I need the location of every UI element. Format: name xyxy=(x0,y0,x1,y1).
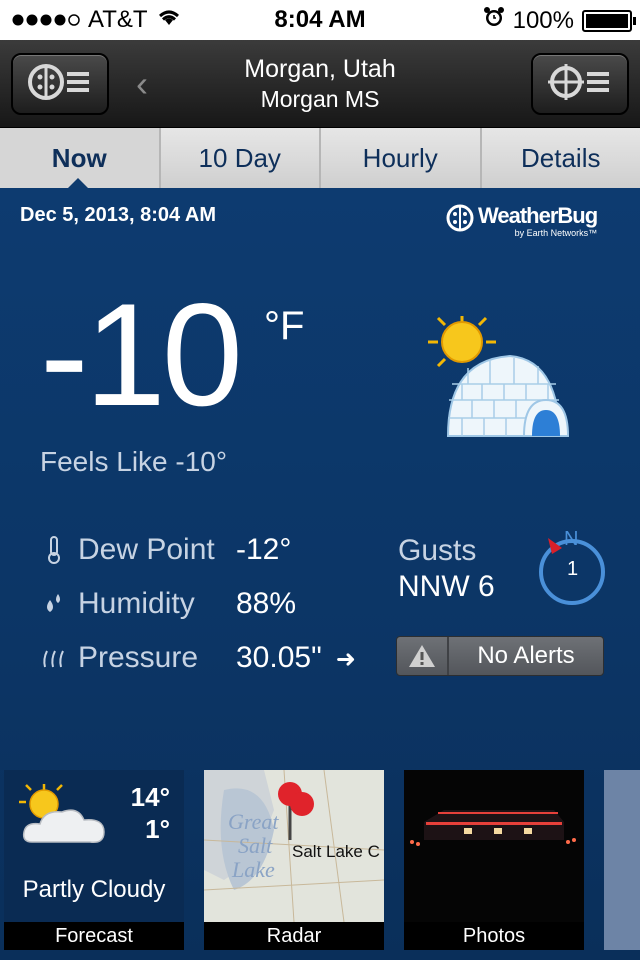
brand-name: WeatherBug xyxy=(478,203,598,228)
forecast-tile[interactable]: 14° 1° Partly Cloudy Forecast xyxy=(4,770,184,950)
compass-direction: N xyxy=(564,528,579,550)
battery-percent: 100% xyxy=(512,6,574,34)
dew-point-value: -12° xyxy=(236,533,292,566)
radar-tile[interactable]: Great Salt Lake Salt Lake C Radar xyxy=(204,770,384,950)
photos-caption: Photos xyxy=(404,922,584,950)
humidity-row: Humidity 88% xyxy=(40,584,296,624)
current-conditions-panel: Dec 5, 2013, 8:04 AM WeatherBug by Earth… xyxy=(0,188,640,960)
forecast-condition: Partly Cloudy xyxy=(22,876,166,903)
tab-10-day[interactable]: 10 Day xyxy=(161,128,321,188)
radar-map-label-2: Salt xyxy=(238,833,273,858)
observation-date: Dec 5, 2013, 8:04 AM xyxy=(20,204,217,226)
radar-map-label-1: Great xyxy=(228,809,279,834)
nav-bar: ‹ Morgan, Utah Morgan MS xyxy=(0,40,640,128)
humidity-label: Humidity xyxy=(78,587,195,620)
brand-sub: by Earth Networks™ xyxy=(514,228,598,238)
crosshair-list-icon xyxy=(547,62,613,107)
wind-compass: N 1 xyxy=(534,528,606,606)
pressure-value: 30.05" xyxy=(236,641,322,674)
pressure-icon xyxy=(40,647,68,669)
partly-cloudy-icon xyxy=(18,782,110,859)
temperature-unit: °F xyxy=(264,304,305,348)
dew-point-row: Dew Point -12° xyxy=(40,530,291,570)
current-temperature: -10 xyxy=(40,273,243,436)
gusts-label: Gusts xyxy=(398,534,477,567)
radar-caption: Radar xyxy=(204,922,384,950)
humidity-value: 88% xyxy=(236,587,297,620)
forecast-caption: Forecast xyxy=(4,922,184,950)
alarm-clock-icon xyxy=(483,6,505,35)
droplets-icon xyxy=(40,592,68,616)
dew-point-label: Dew Point xyxy=(78,533,215,566)
view-tabs: Now 10 Day Hourly Details xyxy=(0,128,640,188)
tab-now[interactable]: Now xyxy=(0,128,161,188)
next-tile-partial[interactable] xyxy=(604,770,640,950)
tab-hourly[interactable]: Hourly xyxy=(321,128,482,188)
arrow-right-icon: ➜ xyxy=(335,646,356,673)
sun-igloo-icon xyxy=(428,312,572,442)
alerts-label: No Alerts xyxy=(477,642,575,669)
alerts-button[interactable]: No Alerts xyxy=(396,636,604,676)
tab-details[interactable]: Details xyxy=(482,128,640,188)
radar-city-label: Salt Lake C xyxy=(292,842,380,861)
battery-icon xyxy=(582,9,636,32)
status-right: 100% xyxy=(483,6,636,35)
photo-thumbnail xyxy=(404,770,584,922)
warning-icon xyxy=(397,637,449,675)
pressure-row: Pressure 30.05" ➜ xyxy=(40,638,356,678)
status-bar: AT&T 8:04 AM 100% xyxy=(0,0,640,40)
forecast-low: 1° xyxy=(145,814,170,844)
compass-value: 1 xyxy=(567,558,579,580)
pressure-label: Pressure xyxy=(78,641,199,674)
photos-tile[interactable]: Photos xyxy=(404,770,584,950)
locations-button[interactable] xyxy=(531,53,629,115)
gusts-value: NNW 6 xyxy=(398,570,495,603)
feels-like: Feels Like -10° xyxy=(40,446,228,477)
weatherbug-logo: WeatherBug by Earth Networks™ xyxy=(446,203,598,238)
pressure-value-group: 30.05" ➜ xyxy=(236,641,356,675)
forecast-high: 14° xyxy=(130,782,170,812)
radar-map-label-3: Lake xyxy=(232,857,275,882)
thermometer-icon xyxy=(40,536,68,564)
weatherbug-logo-icon xyxy=(446,204,474,237)
